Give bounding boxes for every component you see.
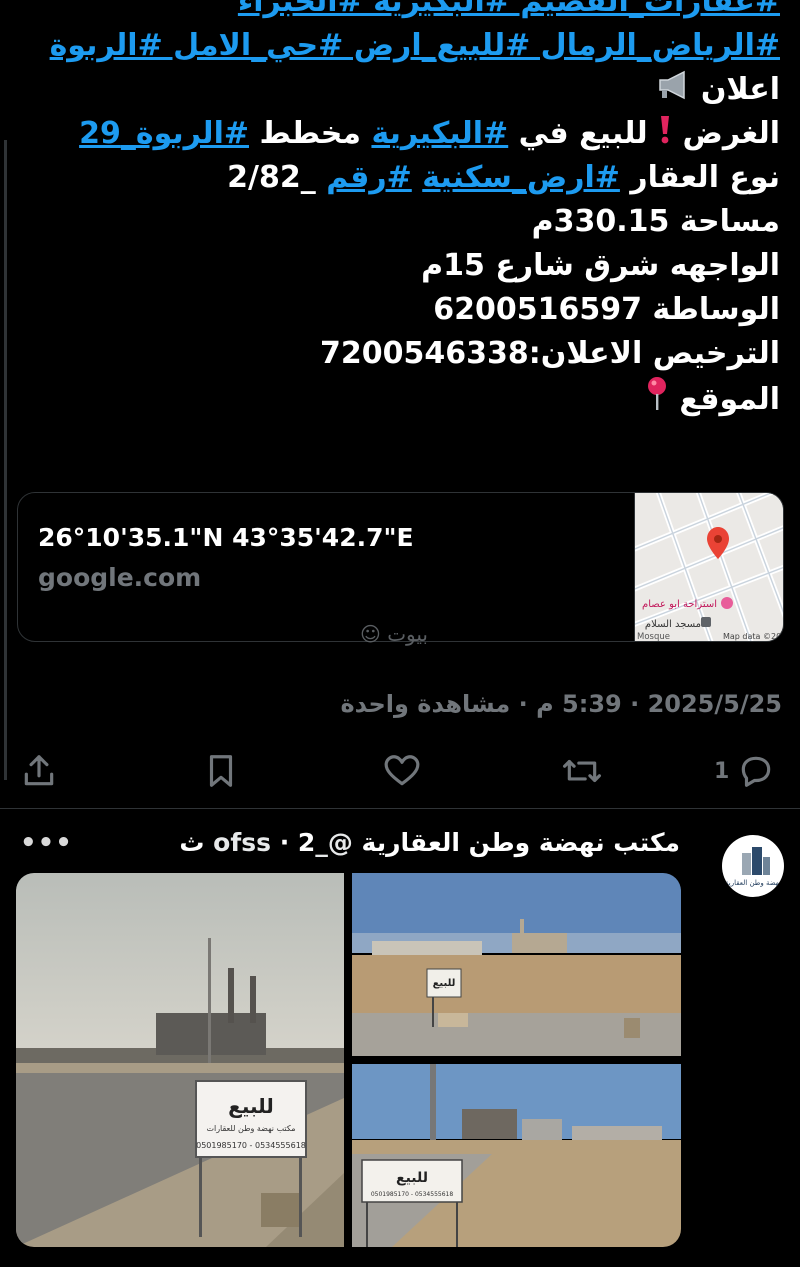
thread-line: [4, 140, 7, 780]
sale-sign-title: للبيع: [228, 1094, 274, 1118]
megaphone-icon: [656, 69, 690, 113]
map-place-label: استراحة ابو عصام: [642, 599, 717, 610]
retweet-button[interactable]: [560, 748, 604, 794]
heart-icon: [384, 755, 420, 786]
post-meta: 2025/5/25 · 5:39 م · مشاهدة واحدة: [340, 690, 782, 718]
watermark-text: بيوت: [387, 622, 428, 646]
sale-sign-title-2: للبيع: [433, 978, 456, 989]
author-name[interactable]: مكتب نهضة وطن العقارية: [362, 828, 680, 857]
location-label: الموقع: [679, 382, 780, 417]
sale-sign-phones: 0501985170 - 0534555618: [196, 1141, 306, 1150]
brokerage-line: الوساطة 6200516597: [433, 292, 780, 327]
for-sale-in-text: للبيع في: [518, 116, 648, 151]
retweet-icon: [562, 759, 601, 783]
sale-sign-title-3: للبيع: [396, 1170, 428, 1186]
hashtag-city-link[interactable]: #البكيرية: [371, 116, 508, 151]
land-photo-2[interactable]: للبيع: [352, 873, 681, 1056]
post-separator: [0, 808, 800, 809]
link-card-domain: google.com: [38, 563, 202, 592]
share-icon: [24, 755, 54, 786]
post-text: #عقارات_القصيم #البكيرية #الخبراء #الريا…: [20, 0, 780, 420]
exclamation-icon: [658, 113, 672, 157]
number-value: _2/82: [227, 160, 316, 195]
reply-button[interactable]: 1: [714, 748, 775, 794]
land-photo-3[interactable]: للبيع 0501985170 - 0534555618: [352, 1064, 681, 1247]
avatar[interactable]: نهضة وطن العقارية: [722, 835, 784, 897]
post2-header: مكتب نهضة وطن العقارية @_ofss · 2 ث: [179, 828, 680, 857]
pin-icon: [645, 376, 669, 425]
hashtag-type-link[interactable]: #ارض_سكنية: [422, 160, 620, 195]
land-photo-1[interactable]: للبيع مكتب نهضة وطن للعقارات 0501985170 …: [16, 873, 344, 1247]
link-preview-card[interactable]: 26°10'35.1"N 43°35'42.7"E google.com است…: [17, 492, 784, 642]
bookmark-button[interactable]: [202, 748, 240, 794]
watermark-logo-icon: ☺: [360, 622, 381, 646]
hashtag-link[interactable]: #عقارات_القصيم #البكيرية #الخبراء: [238, 0, 780, 19]
license-line: الترخيص الاعلان:7200546338: [320, 336, 780, 371]
hashtag-plan-link[interactable]: #الربوة_29: [79, 116, 249, 151]
map-mosque-label-en: Mosque: [637, 632, 670, 641]
reply-icon: [742, 756, 771, 787]
hashtag-link[interactable]: #الرياض_الرمال #للبيع_ارض #حي_الامل #الر…: [50, 28, 780, 63]
avatar-caption: نهضة وطن العقارية: [725, 879, 781, 887]
link-card-title: 26°10'35.1"N 43°35'42.7"E: [38, 523, 414, 552]
more-options-button[interactable]: •••: [20, 828, 73, 858]
map-thumbnail: استراحة ابو عصام مسجد السلام Mosque Map …: [624, 493, 783, 641]
map-mosque-label: مسجد السلام: [645, 619, 701, 630]
hashtags-line-2: #الرياض_الرمال #للبيع_ارض #حي_الامل #الر…: [20, 24, 780, 68]
purpose-label: الغرض: [682, 116, 781, 151]
building-logo-icon: [742, 847, 770, 875]
announcement-line: اعلان: [20, 68, 780, 112]
sale-sign-office: مكتب نهضة وطن للعقارات: [206, 1124, 295, 1133]
property-type-line: نوع العقار #ارض_سكنية #رقم _2/82: [20, 156, 780, 200]
plan-text: مخطط: [259, 116, 361, 151]
action-bar: 1: [0, 748, 800, 794]
sale-sign-phones-3: 0501985170 - 0534555618: [371, 1191, 454, 1198]
watermark: بيوت ☺: [360, 622, 428, 646]
location-line: الموقع: [20, 376, 780, 420]
media-gallery: للبيع مكتب نهضة وطن للعقارات 0501985170 …: [16, 873, 681, 1247]
announcement-text: اعلان: [700, 72, 780, 107]
share-button[interactable]: [20, 748, 58, 794]
hashtags-line-1: #عقارات_القصيم #البكيرية #الخبراء: [20, 0, 780, 24]
type-label: نوع العقار: [630, 160, 780, 195]
facade-line: الواجهه شرق شارع 15م: [421, 248, 780, 283]
area-line: مساحة 330.15م: [531, 204, 780, 239]
bookmark-icon: [209, 755, 233, 787]
map-attribution: Map data ©20: [723, 632, 781, 641]
like-button[interactable]: [382, 748, 422, 794]
reply-count: 1: [714, 758, 730, 784]
purpose-line: الغرض للبيع في #البكيرية مخطط #الربوة_29: [20, 112, 780, 156]
hashtag-number-link[interactable]: #رقم: [326, 160, 412, 195]
